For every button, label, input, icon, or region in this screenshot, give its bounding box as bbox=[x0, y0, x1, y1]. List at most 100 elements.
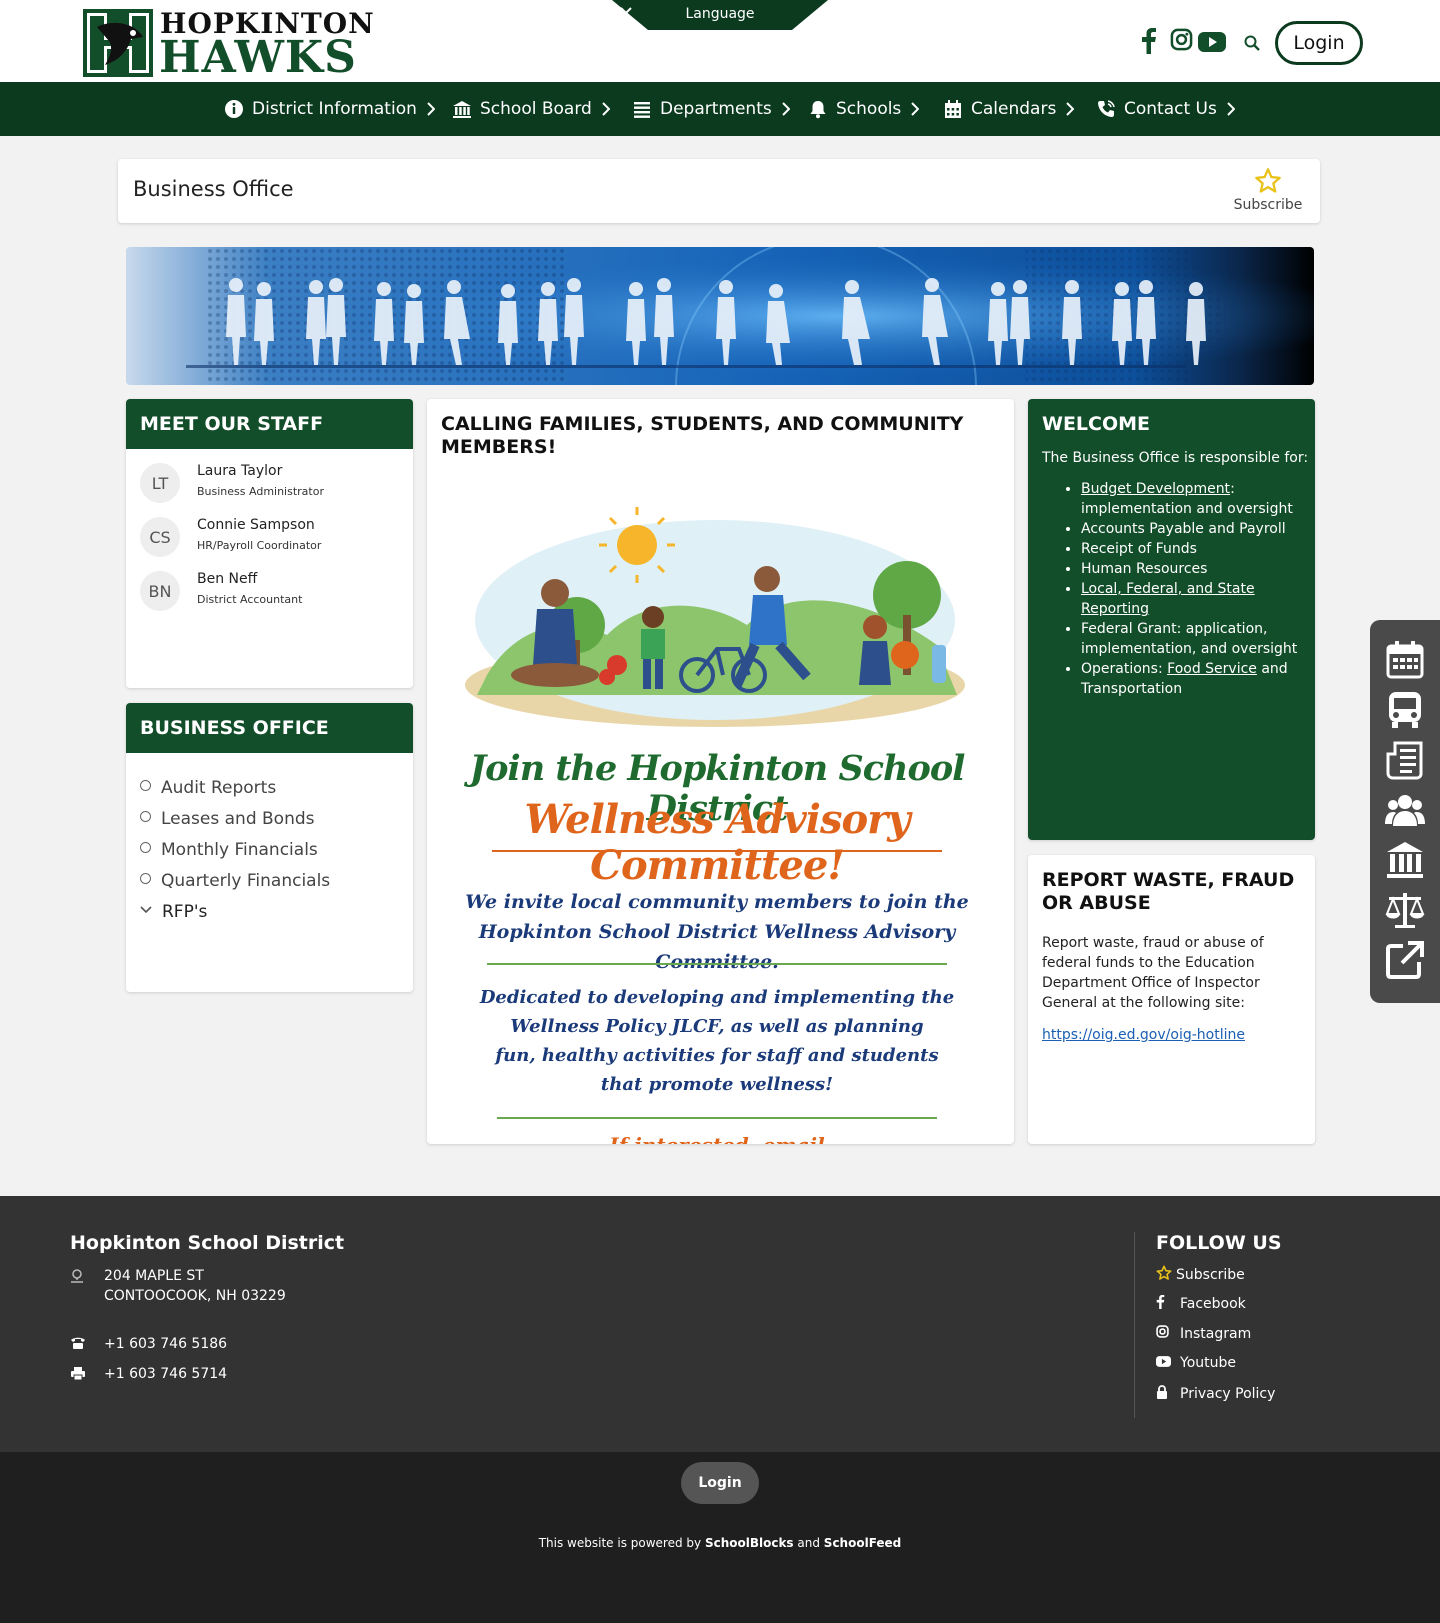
list-item: Human Resources bbox=[1081, 559, 1302, 579]
footer-link-youtube[interactable]: Youtube bbox=[1156, 1355, 1236, 1371]
telephone-icon bbox=[71, 1337, 85, 1349]
nav-item-district-information[interactable]: District Information bbox=[224, 82, 435, 136]
language-label: Language bbox=[685, 6, 755, 22]
avatar: CS bbox=[140, 517, 180, 557]
footer-fax[interactable]: +1 603 746 5714 bbox=[70, 1366, 227, 1385]
staff-name: Laura Taylor bbox=[197, 463, 283, 479]
staff-name: Ben Neff bbox=[197, 571, 258, 587]
login-button[interactable]: Login bbox=[1275, 21, 1363, 65]
address-line2: CONTOOCOOK, NH 03229 bbox=[104, 1288, 286, 1304]
poster-dedicated-line3: fun, healthy activities for staff and st… bbox=[495, 1045, 939, 1066]
poster-dedicated-line1: Dedicated to developing and implementing… bbox=[479, 987, 955, 1008]
quick-links-toolbar bbox=[1370, 620, 1440, 1003]
wellness-poster-image[interactable]: Join the Hopkinton School District Welln… bbox=[457, 505, 977, 1144]
nav-item-schools[interactable]: Schools bbox=[808, 82, 920, 136]
star-icon bbox=[1255, 168, 1281, 193]
poster-dedicated: Dedicated to developing and implementing… bbox=[457, 983, 977, 1099]
wellness-committee-card: CALLING FAMILIES, STUDENTS, AND COMMUNIT… bbox=[427, 399, 1014, 1144]
star-icon bbox=[1156, 1265, 1172, 1280]
phone-icon bbox=[1098, 100, 1115, 117]
oig-hotline-link[interactable]: https://oig.ed.gov/oig-hotline bbox=[1042, 1027, 1245, 1043]
subscribe-label: Subscribe bbox=[1233, 197, 1303, 213]
folder-item-label: Quarterly Financials bbox=[161, 871, 331, 891]
calendar-icon[interactable] bbox=[1385, 640, 1425, 680]
search-icon[interactable] bbox=[1244, 35, 1260, 51]
hawk-logo-icon bbox=[83, 9, 153, 77]
folder-item-audit-reports[interactable]: Audit Reports bbox=[140, 778, 276, 798]
folder-item-label: RFP's bbox=[162, 902, 208, 922]
footer-link-label: Subscribe bbox=[1176, 1267, 1245, 1283]
printer-icon bbox=[71, 1367, 85, 1381]
responsibilities-list: Budget Development: implementation and o… bbox=[1067, 479, 1302, 699]
people-icon[interactable] bbox=[1385, 790, 1425, 830]
business-people-silhouette-image bbox=[126, 247, 1314, 385]
info-icon bbox=[225, 100, 243, 118]
nav-item-school-board[interactable]: School Board bbox=[452, 82, 610, 136]
poster-dedicated-line4: that promote wellness! bbox=[600, 1074, 834, 1095]
footer-link-label: Privacy Policy bbox=[1180, 1386, 1276, 1402]
site-header: HOPKINTON HAWKS Language Login bbox=[0, 0, 1440, 82]
folder-item-monthly-financials[interactable]: Monthly Financials bbox=[140, 840, 318, 860]
nav-item-departments[interactable]: Departments bbox=[632, 82, 790, 136]
circle-bullet-icon bbox=[140, 842, 151, 853]
footer-phone[interactable]: +1 603 746 5186 bbox=[70, 1336, 227, 1354]
chevron-right-icon bbox=[1066, 102, 1075, 116]
nav-item-label: Calendars bbox=[971, 99, 1057, 119]
schoolblocks-link[interactable]: SchoolBlocks bbox=[705, 1536, 794, 1550]
footer-address[interactable]: 204 MAPLE ST CONTOOCOOK, NH 03229 bbox=[70, 1268, 286, 1304]
youtube-icon[interactable] bbox=[1198, 32, 1226, 52]
poster-email-prompt: If interested, email bbox=[457, 1133, 977, 1144]
welcome-heading: WELCOME bbox=[1042, 413, 1151, 435]
chevron-down-icon bbox=[140, 906, 152, 914]
bus-icon[interactable] bbox=[1385, 690, 1425, 730]
food-service-link[interactable]: Food Service bbox=[1167, 661, 1257, 677]
chevron-right-icon bbox=[602, 102, 610, 116]
schoolfeed-link[interactable]: SchoolFeed bbox=[824, 1536, 901, 1550]
footer-link-subscribe[interactable]: Subscribe bbox=[1156, 1265, 1245, 1285]
wellness-illustration bbox=[465, 507, 965, 727]
subscribe-button[interactable]: Subscribe bbox=[1228, 167, 1308, 213]
external-link-icon[interactable] bbox=[1385, 940, 1425, 980]
building-icon[interactable] bbox=[1385, 840, 1425, 880]
footer-link-label: Youtube bbox=[1180, 1355, 1236, 1371]
newspaper-icon[interactable] bbox=[1385, 740, 1425, 780]
poster-title-line2: Wellness Advisory Committee! bbox=[524, 796, 911, 889]
footer-bottom-bar: Login This website is powered by SchoolB… bbox=[0, 1452, 1440, 1623]
instagram-icon[interactable] bbox=[1170, 28, 1193, 51]
fax-number: +1 603 746 5714 bbox=[104, 1366, 228, 1382]
building-icon bbox=[453, 101, 471, 118]
poster-invite-line2: Hopkinton School District Wellness Advis… bbox=[478, 921, 956, 973]
footer-login-button[interactable]: Login bbox=[681, 1462, 759, 1504]
folder-item-rfps[interactable]: RFP's bbox=[140, 902, 207, 922]
budget-development-link[interactable]: Budget Development bbox=[1081, 481, 1230, 497]
facebook-icon bbox=[1156, 1295, 1165, 1309]
folder-item-quarterly-financials[interactable]: Quarterly Financials bbox=[140, 871, 330, 891]
facebook-icon[interactable] bbox=[1141, 28, 1157, 54]
footer-link-privacy-policy[interactable]: Privacy Policy bbox=[1156, 1385, 1275, 1403]
youtube-icon bbox=[1156, 1356, 1171, 1367]
district-logo[interactable]: HOPKINTON HAWKS bbox=[83, 9, 375, 81]
department-banner-image bbox=[126, 247, 1314, 385]
chevron-right-icon bbox=[1227, 102, 1235, 116]
instagram-icon bbox=[1156, 1325, 1169, 1338]
staff-card: MEET OUR STAFF LT Laura Taylor Business … bbox=[126, 399, 413, 688]
nav-item-contact-us[interactable]: Contact Us bbox=[1096, 82, 1235, 136]
reporting-link[interactable]: Local, Federal, and State Reporting bbox=[1081, 581, 1255, 617]
staff-title: HR/Payroll Coordinator bbox=[197, 539, 322, 552]
nav-item-calendars[interactable]: Calendars bbox=[943, 82, 1075, 136]
site-footer: Hopkinton School District 204 MAPLE ST CO… bbox=[0, 1196, 1440, 1452]
poster-invite-line1: We invite local community members to joi… bbox=[465, 891, 969, 913]
scales-icon[interactable] bbox=[1385, 890, 1425, 930]
list-item: Receipt of Funds bbox=[1081, 539, 1302, 559]
follow-us-heading: FOLLOW US bbox=[1156, 1232, 1282, 1254]
folder-item-leases-and-bonds[interactable]: Leases and Bonds bbox=[140, 809, 315, 829]
language-selector[interactable]: Language bbox=[612, 0, 828, 30]
lock-icon bbox=[1157, 1385, 1167, 1399]
powered-by-text: and bbox=[793, 1536, 824, 1550]
footer-link-facebook[interactable]: Facebook bbox=[1156, 1295, 1246, 1313]
nav-item-label: Contact Us bbox=[1124, 99, 1217, 119]
list-item: Local, Federal, and State Reporting bbox=[1081, 579, 1302, 619]
footer-link-instagram[interactable]: Instagram bbox=[1156, 1325, 1251, 1342]
district-name: Hopkinton School District bbox=[70, 1232, 345, 1254]
circle-bullet-icon bbox=[140, 780, 151, 791]
